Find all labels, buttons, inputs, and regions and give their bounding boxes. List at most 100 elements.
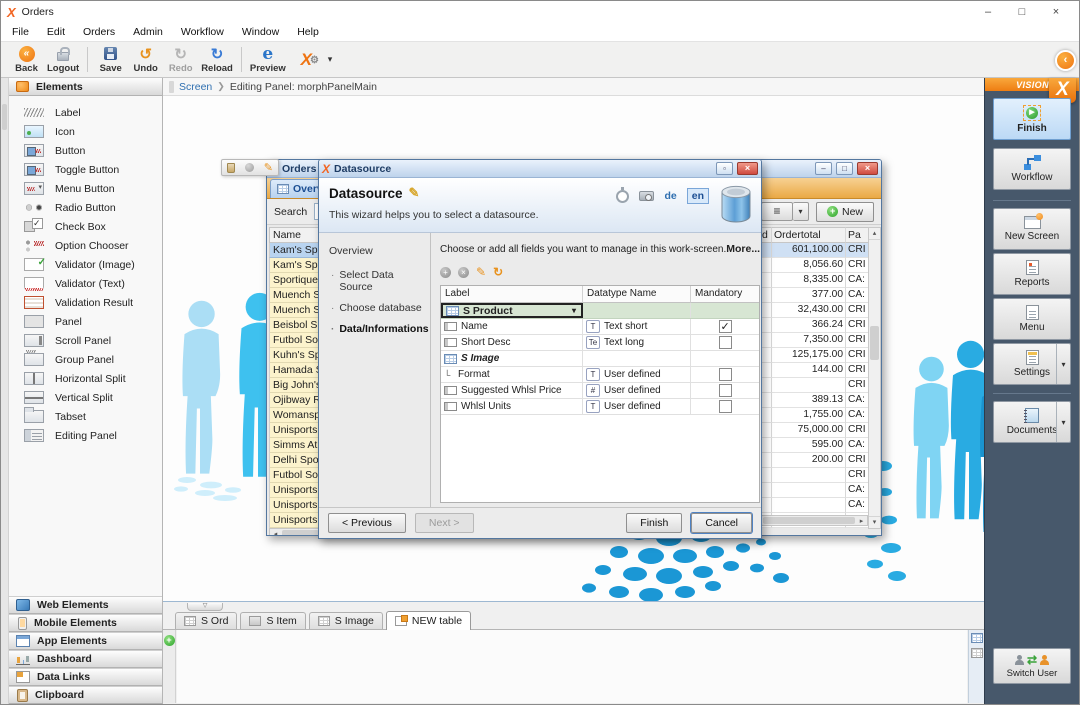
field-label-cell[interactable]: Name: [441, 319, 583, 334]
settings-button[interactable]: Settings ▾: [993, 343, 1071, 385]
menu-item[interactable]: Edit: [38, 25, 74, 39]
table-icon[interactable]: [971, 633, 983, 643]
finish-button[interactable]: Finish: [626, 513, 682, 533]
table-row[interactable]: Kam's Spor: [269, 243, 321, 258]
menu-item[interactable]: Orders: [74, 25, 124, 39]
mandatory-checkbox[interactable]: [719, 320, 732, 333]
table-row[interactable]: 200.00 CRI: [762, 453, 868, 468]
accordion-header[interactable]: Mobile Elements: [9, 614, 162, 632]
scrollbar-thumb[interactable]: [870, 326, 879, 360]
field-row[interactable]: Whlsl Units T User defined: [441, 399, 759, 415]
field-label-cell[interactable]: Suggested Whlsl Price: [441, 383, 583, 398]
minimize-button[interactable]: –: [815, 162, 832, 175]
back-button[interactable]: « Back: [9, 43, 44, 76]
reports-button[interactable]: Reports: [993, 253, 1071, 295]
element-item[interactable]: Validation Result: [9, 293, 162, 312]
table-row[interactable]: 389.13 CA:: [762, 393, 868, 408]
table-row[interactable]: 1,755.00 CA:: [762, 408, 868, 423]
table-menu-button[interactable]: ≡: [761, 202, 793, 221]
table-row[interactable]: 125,175.00 CRI: [762, 348, 868, 363]
element-item[interactable]: Label: [9, 103, 162, 122]
element-item[interactable]: Editing Panel: [9, 426, 162, 445]
menu-button[interactable]: Menu: [993, 298, 1071, 340]
history-icon[interactable]: [616, 190, 629, 203]
switch-user-button[interactable]: ⇄ Switch User: [993, 648, 1071, 684]
wizard-nav-item[interactable]: · Select Data Source: [331, 269, 424, 293]
sidebar-collapse-handle[interactable]: [2, 104, 7, 130]
edit-pencil-icon[interactable]: ✎: [409, 185, 420, 201]
table-row[interactable]: Ojibway Re: [269, 393, 321, 408]
table-row[interactable]: 366.24 CRI: [762, 318, 868, 333]
table-row[interactable]: Big John's: [269, 378, 321, 393]
table-row[interactable]: Womanspo: [269, 408, 321, 423]
column-header-datatype[interactable]: Datatype Name: [583, 286, 691, 303]
accordion-header[interactable]: Data Links: [9, 668, 162, 686]
table-row[interactable]: Simms Ath: [269, 438, 321, 453]
refresh-fields-icon[interactable]: ↻: [493, 265, 503, 279]
bottom-tab[interactable]: S Ord: [175, 612, 237, 629]
bottom-tab[interactable]: S Item: [240, 612, 305, 629]
element-item[interactable]: Validator (Text): [9, 274, 162, 293]
reload-button[interactable]: ↻ Reload: [198, 43, 236, 76]
mandatory-checkbox[interactable]: [719, 400, 732, 413]
table-row[interactable]: 32,430.00 CRI: [762, 303, 868, 318]
settings-dropdown-arrow[interactable]: ▾: [1056, 344, 1070, 384]
add-field-icon[interactable]: +: [440, 267, 451, 278]
table-row[interactable]: 144.00 CRI: [762, 363, 868, 378]
column-header-name[interactable]: Name: [269, 227, 321, 243]
table-row[interactable]: Unisports: [269, 498, 321, 513]
table-row[interactable]: 595.00 CA:: [762, 438, 868, 453]
language-de-link[interactable]: de: [664, 190, 676, 202]
element-item[interactable]: Horizontal Split: [9, 369, 162, 388]
field-label-cell[interactable]: S Product ▾: [441, 303, 583, 318]
scroll-up-icon[interactable]: ▴: [869, 228, 880, 240]
restore-button[interactable]: ▫: [716, 162, 733, 175]
close-button[interactable]: ×: [1039, 2, 1073, 22]
table-row[interactable]: CA:: [762, 483, 868, 498]
scrollbar-thumb[interactable]: [282, 530, 319, 535]
workflow-button[interactable]: Workflow: [993, 148, 1071, 190]
field-label-cell[interactable]: Format: [441, 367, 583, 382]
datasource-titlebar[interactable]: X Datasource ▫ ×: [319, 160, 761, 178]
accordion-header[interactable]: Web Elements: [9, 596, 162, 614]
element-item[interactable]: Vertical Split: [9, 388, 162, 407]
column-header-mandatory[interactable]: Mandatory: [691, 286, 759, 303]
preview-button[interactable]: e Preview: [247, 43, 289, 76]
menu-item[interactable]: Help: [288, 25, 328, 39]
mandatory-checkbox[interactable]: [719, 368, 732, 381]
table-row[interactable]: Kuhn's Spo: [269, 348, 321, 363]
field-row[interactable]: S Image: [441, 351, 759, 367]
panel-collapse-handle[interactable]: ▽: [187, 603, 223, 611]
finish-button[interactable]: ▶ Finish: [993, 98, 1071, 140]
table-row[interactable]: Kam's Spor: [269, 258, 321, 273]
element-item[interactable]: Scroll Panel: [9, 331, 162, 350]
table-row[interactable]: Futbol Son: [269, 333, 321, 348]
visionx-menu-button[interactable]: X: [289, 43, 324, 76]
accordion-header[interactable]: Dashboard: [9, 650, 162, 668]
wizard-nav-item[interactable]: · Choose database: [331, 302, 424, 314]
field-label-cell[interactable]: Whlsl Units: [441, 399, 583, 414]
undo-button[interactable]: ↺ Undo: [128, 43, 163, 76]
table-row[interactable]: Sportique: [269, 273, 321, 288]
previous-button[interactable]: < Previous: [328, 513, 406, 533]
minimize-button[interactable]: –: [971, 2, 1005, 22]
scroll-right-icon[interactable]: ▸: [856, 517, 867, 525]
wizard-nav-item[interactable]: · Data/Informations: [331, 323, 424, 335]
table-row[interactable]: 7,350.00 CRI: [762, 333, 868, 348]
column-header-ordertotal[interactable]: Ordertotal: [772, 227, 846, 243]
table-row[interactable]: 75,000.00 CRI: [762, 423, 868, 438]
element-item[interactable]: Check Box: [9, 217, 162, 236]
column-header-label[interactable]: Label: [441, 286, 583, 303]
table-row[interactable]: Delhi Sport: [269, 453, 321, 468]
accordion-header[interactable]: App Elements: [9, 632, 162, 650]
chevron-down-icon[interactable]: ▾: [328, 54, 333, 65]
menu-item[interactable]: Window: [233, 25, 288, 39]
menu-item[interactable]: File: [3, 25, 38, 39]
element-item[interactable]: Tabset: [9, 407, 162, 426]
table-row[interactable]: Unisports: [269, 513, 321, 528]
element-item[interactable]: Button: [9, 141, 162, 160]
table-row[interactable]: Hamada Sp: [269, 363, 321, 378]
delete-icon[interactable]: [227, 163, 235, 173]
scroll-down-icon[interactable]: ▾: [869, 516, 880, 528]
more-link[interactable]: More...: [726, 243, 760, 255]
